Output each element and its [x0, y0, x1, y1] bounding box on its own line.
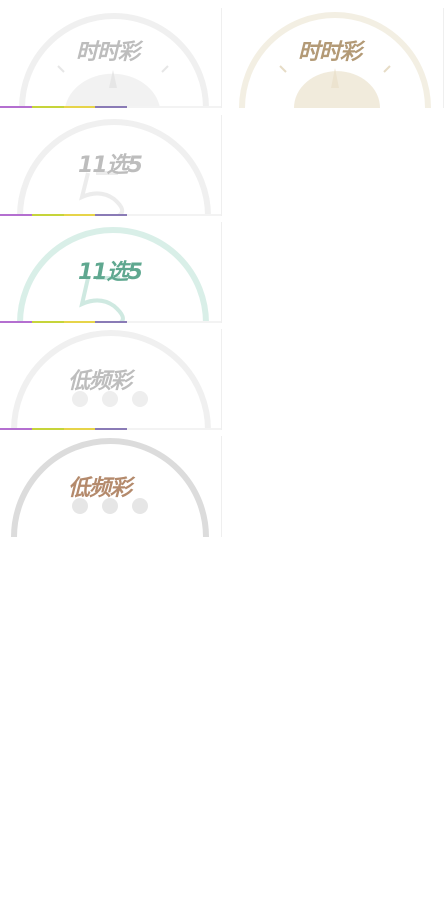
sprite-label: 低频彩	[68, 476, 132, 501]
color-stripe	[0, 106, 127, 108]
sprite-label: 低频彩	[68, 369, 132, 394]
lottery-icon-dpc-gray: 低频彩	[0, 329, 222, 430]
color-stripe	[0, 214, 127, 216]
sprite-label: 时时彩	[76, 40, 140, 65]
lottery-icon-ssc-gold: 时时彩	[222, 8, 444, 108]
lottery-icon-11x5-green: 11选5	[0, 222, 222, 323]
lottery-icon-dpc-brown: 低频彩	[0, 436, 222, 537]
sprite-label: 11选5	[78, 153, 143, 178]
sprite-label: 时时彩	[298, 40, 362, 65]
lottery-icon-11x5-gray: 11选5	[0, 115, 222, 216]
lottery-icon-ssc-gray: 时时彩	[0, 8, 222, 108]
color-stripe	[0, 428, 127, 430]
sprite-label: 11选5	[78, 260, 143, 285]
color-stripe	[0, 321, 127, 323]
